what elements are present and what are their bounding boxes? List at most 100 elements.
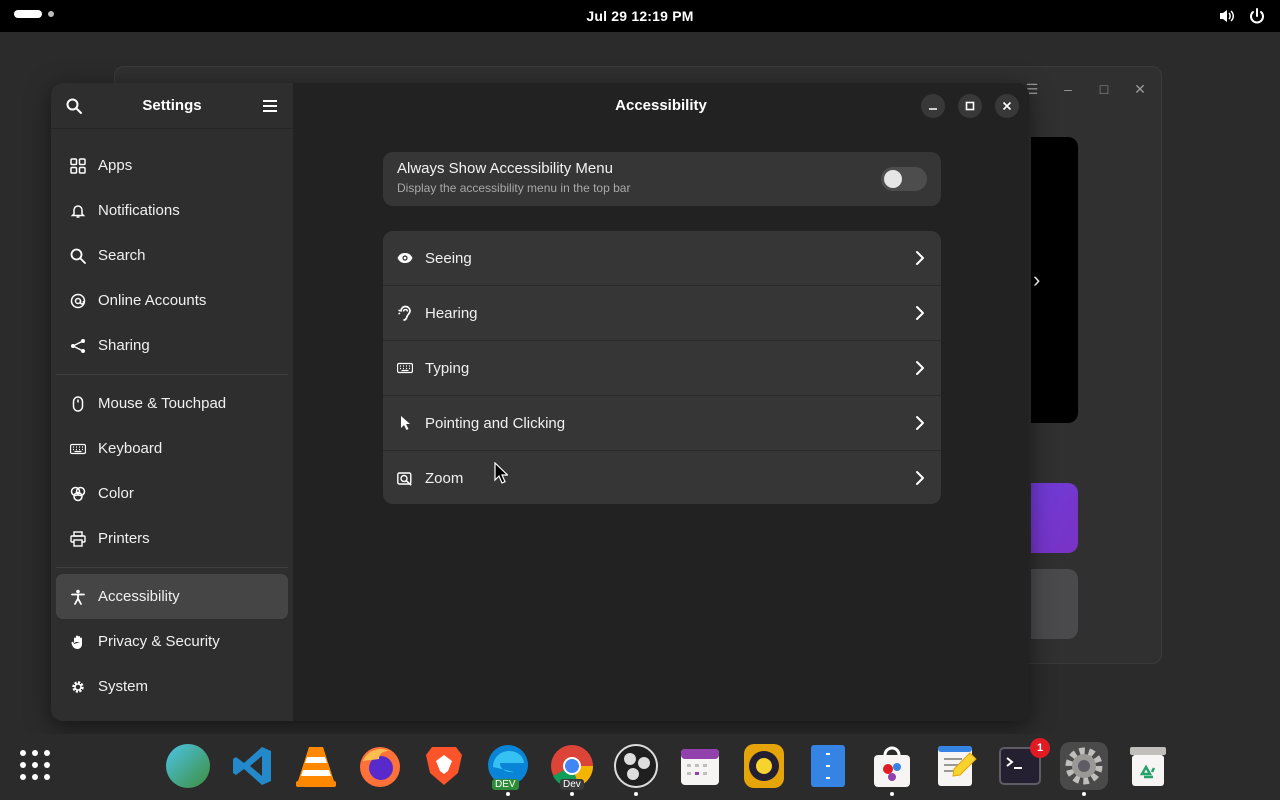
- sidebar-divider: [56, 374, 288, 375]
- row-label: Typing: [425, 359, 470, 377]
- row-seeing[interactable]: Seeing: [383, 231, 941, 286]
- window-controls: [921, 94, 1019, 118]
- clock[interactable]: Jul 29 12:19 PM: [586, 8, 693, 24]
- maximize-button[interactable]: [958, 94, 982, 118]
- sidebar-header: Settings: [51, 83, 293, 129]
- row-zoom[interactable]: Zoom: [383, 451, 941, 506]
- row-label: Hearing: [425, 304, 478, 322]
- at-icon: [70, 293, 86, 309]
- background-panel-purple: [1031, 483, 1078, 553]
- browser-globe-icon[interactable]: [164, 742, 212, 790]
- sidebar-item-color[interactable]: Color: [56, 471, 288, 516]
- obs-icon[interactable]: [612, 742, 660, 796]
- hand-icon: [70, 634, 86, 650]
- printer-icon: [70, 530, 86, 547]
- row-pointing-and-clicking[interactable]: Pointing and Clicking: [383, 396, 941, 451]
- sidebar-divider: [56, 567, 288, 568]
- bell-icon: [70, 203, 86, 219]
- sidebar-item-label: Search: [98, 247, 146, 264]
- sidebar-item-label: Printers: [98, 530, 150, 547]
- color-icon: [70, 486, 86, 502]
- sidebar-item-printers[interactable]: Printers: [56, 516, 288, 561]
- speaker-icon[interactable]: [740, 742, 788, 790]
- sidebar-item-keyboard[interactable]: Keyboard: [56, 426, 288, 471]
- chevron-right-icon: [915, 415, 925, 436]
- maximize-icon[interactable]: □: [1095, 81, 1113, 98]
- sidebar-item-accessibility[interactable]: Accessibility: [56, 574, 288, 619]
- close-icon[interactable]: ✕: [1131, 81, 1149, 98]
- sidebar-item-label: Privacy & Security: [98, 633, 220, 650]
- dev-tag: Dev: [560, 779, 584, 790]
- row-label: Seeing: [425, 249, 472, 267]
- search-icon[interactable]: [63, 95, 85, 117]
- sidebar-item-label: Mouse & Touchpad: [98, 395, 227, 412]
- sidebar-item-mouse-touchpad[interactable]: Mouse & Touchpad: [56, 381, 288, 426]
- minimize-button[interactable]: [921, 94, 945, 118]
- dock-apps: DEV Dev 1: [164, 738, 1172, 796]
- sidebar-list: Apps Notifications Search Online Account…: [51, 129, 293, 709]
- zoom-icon: [397, 471, 413, 487]
- top-bar: Jul 29 12:19 PM: [0, 0, 1280, 32]
- calendar-icon[interactable]: [676, 742, 724, 790]
- vlc-icon[interactable]: [292, 742, 340, 790]
- firefox-icon[interactable]: [356, 742, 404, 790]
- sidebar-title: Settings: [142, 97, 202, 114]
- sidebar-item-label: Apps: [98, 157, 133, 174]
- workspace-indicator: [48, 11, 54, 17]
- sidebar-item-search[interactable]: Search: [56, 233, 288, 278]
- running-indicator: [1082, 792, 1086, 796]
- mouse-cursor-icon: [494, 461, 509, 489]
- chrome-dev-icon[interactable]: Dev: [548, 742, 596, 796]
- sidebar-item-sharing[interactable]: Sharing: [56, 323, 288, 368]
- search-icon: [70, 248, 86, 264]
- running-indicator: [570, 792, 574, 796]
- hamburger-menu-icon[interactable]: [259, 95, 281, 117]
- brave-icon[interactable]: [420, 742, 468, 790]
- sidebar-item-apps[interactable]: Apps: [56, 143, 288, 188]
- file-cabinet-icon[interactable]: [804, 742, 852, 790]
- always-show-accessibility-menu-row[interactable]: Always Show Accessibility Menu Display t…: [383, 152, 941, 206]
- running-indicator: [890, 792, 894, 796]
- notification-badge: 1: [1030, 738, 1050, 758]
- app-grid-icon[interactable]: [20, 750, 50, 780]
- vscode-icon[interactable]: [228, 742, 276, 790]
- row-hearing[interactable]: Hearing: [383, 286, 941, 341]
- trash-icon[interactable]: [1124, 742, 1172, 790]
- volume-icon[interactable]: [1218, 7, 1236, 25]
- settings-app-icon[interactable]: [1060, 742, 1108, 796]
- setting-subtitle: Display the accessibility menu in the to…: [397, 181, 631, 195]
- minimize-icon[interactable]: –: [1059, 81, 1077, 98]
- sidebar-item-label: Keyboard: [98, 440, 163, 457]
- ear-icon: [397, 305, 413, 321]
- running-indicator: [634, 792, 638, 796]
- sidebar-item-label: Notifications: [98, 202, 180, 219]
- text-editor-icon[interactable]: [932, 742, 980, 790]
- keyboard-icon: [397, 360, 413, 376]
- page-title: Accessibility: [615, 97, 707, 114]
- sidebar-item-notifications[interactable]: Notifications: [56, 188, 288, 233]
- software-store-icon[interactable]: [868, 742, 916, 796]
- chevron-right-icon: [915, 250, 925, 271]
- system-tray[interactable]: [1218, 7, 1266, 25]
- activities-button[interactable]: [14, 10, 54, 18]
- sidebar-item-privacy-security[interactable]: Privacy & Security: [56, 619, 288, 664]
- chevron-right-icon[interactable]: ›: [1033, 267, 1040, 293]
- dev-tag: DEV: [492, 779, 519, 790]
- edge-dev-icon[interactable]: DEV: [484, 742, 532, 796]
- power-icon[interactable]: [1248, 7, 1266, 25]
- accessibility-menu-toggle[interactable]: [881, 167, 927, 191]
- sidebar-item-label: Online Accounts: [98, 292, 207, 309]
- toggle-knob: [884, 170, 902, 188]
- close-button[interactable]: [995, 94, 1019, 118]
- sidebar-item-system[interactable]: System: [56, 664, 288, 709]
- sidebar-item-label: System: [98, 678, 149, 695]
- sidebar-item-label: Sharing: [98, 337, 150, 354]
- row-typing[interactable]: Typing: [383, 341, 941, 396]
- accessibility-categories-list: Seeing Hearing Typing Pointing and Click…: [383, 231, 941, 504]
- sidebar-item-online-accounts[interactable]: Online Accounts: [56, 278, 288, 323]
- chevron-right-icon: [915, 360, 925, 381]
- settings-window: Settings Apps Notifications Search Onlin…: [51, 83, 1029, 721]
- pointer-icon: [397, 415, 413, 431]
- dock: DEV Dev 1: [0, 734, 1280, 800]
- terminal-icon[interactable]: 1: [996, 738, 1050, 790]
